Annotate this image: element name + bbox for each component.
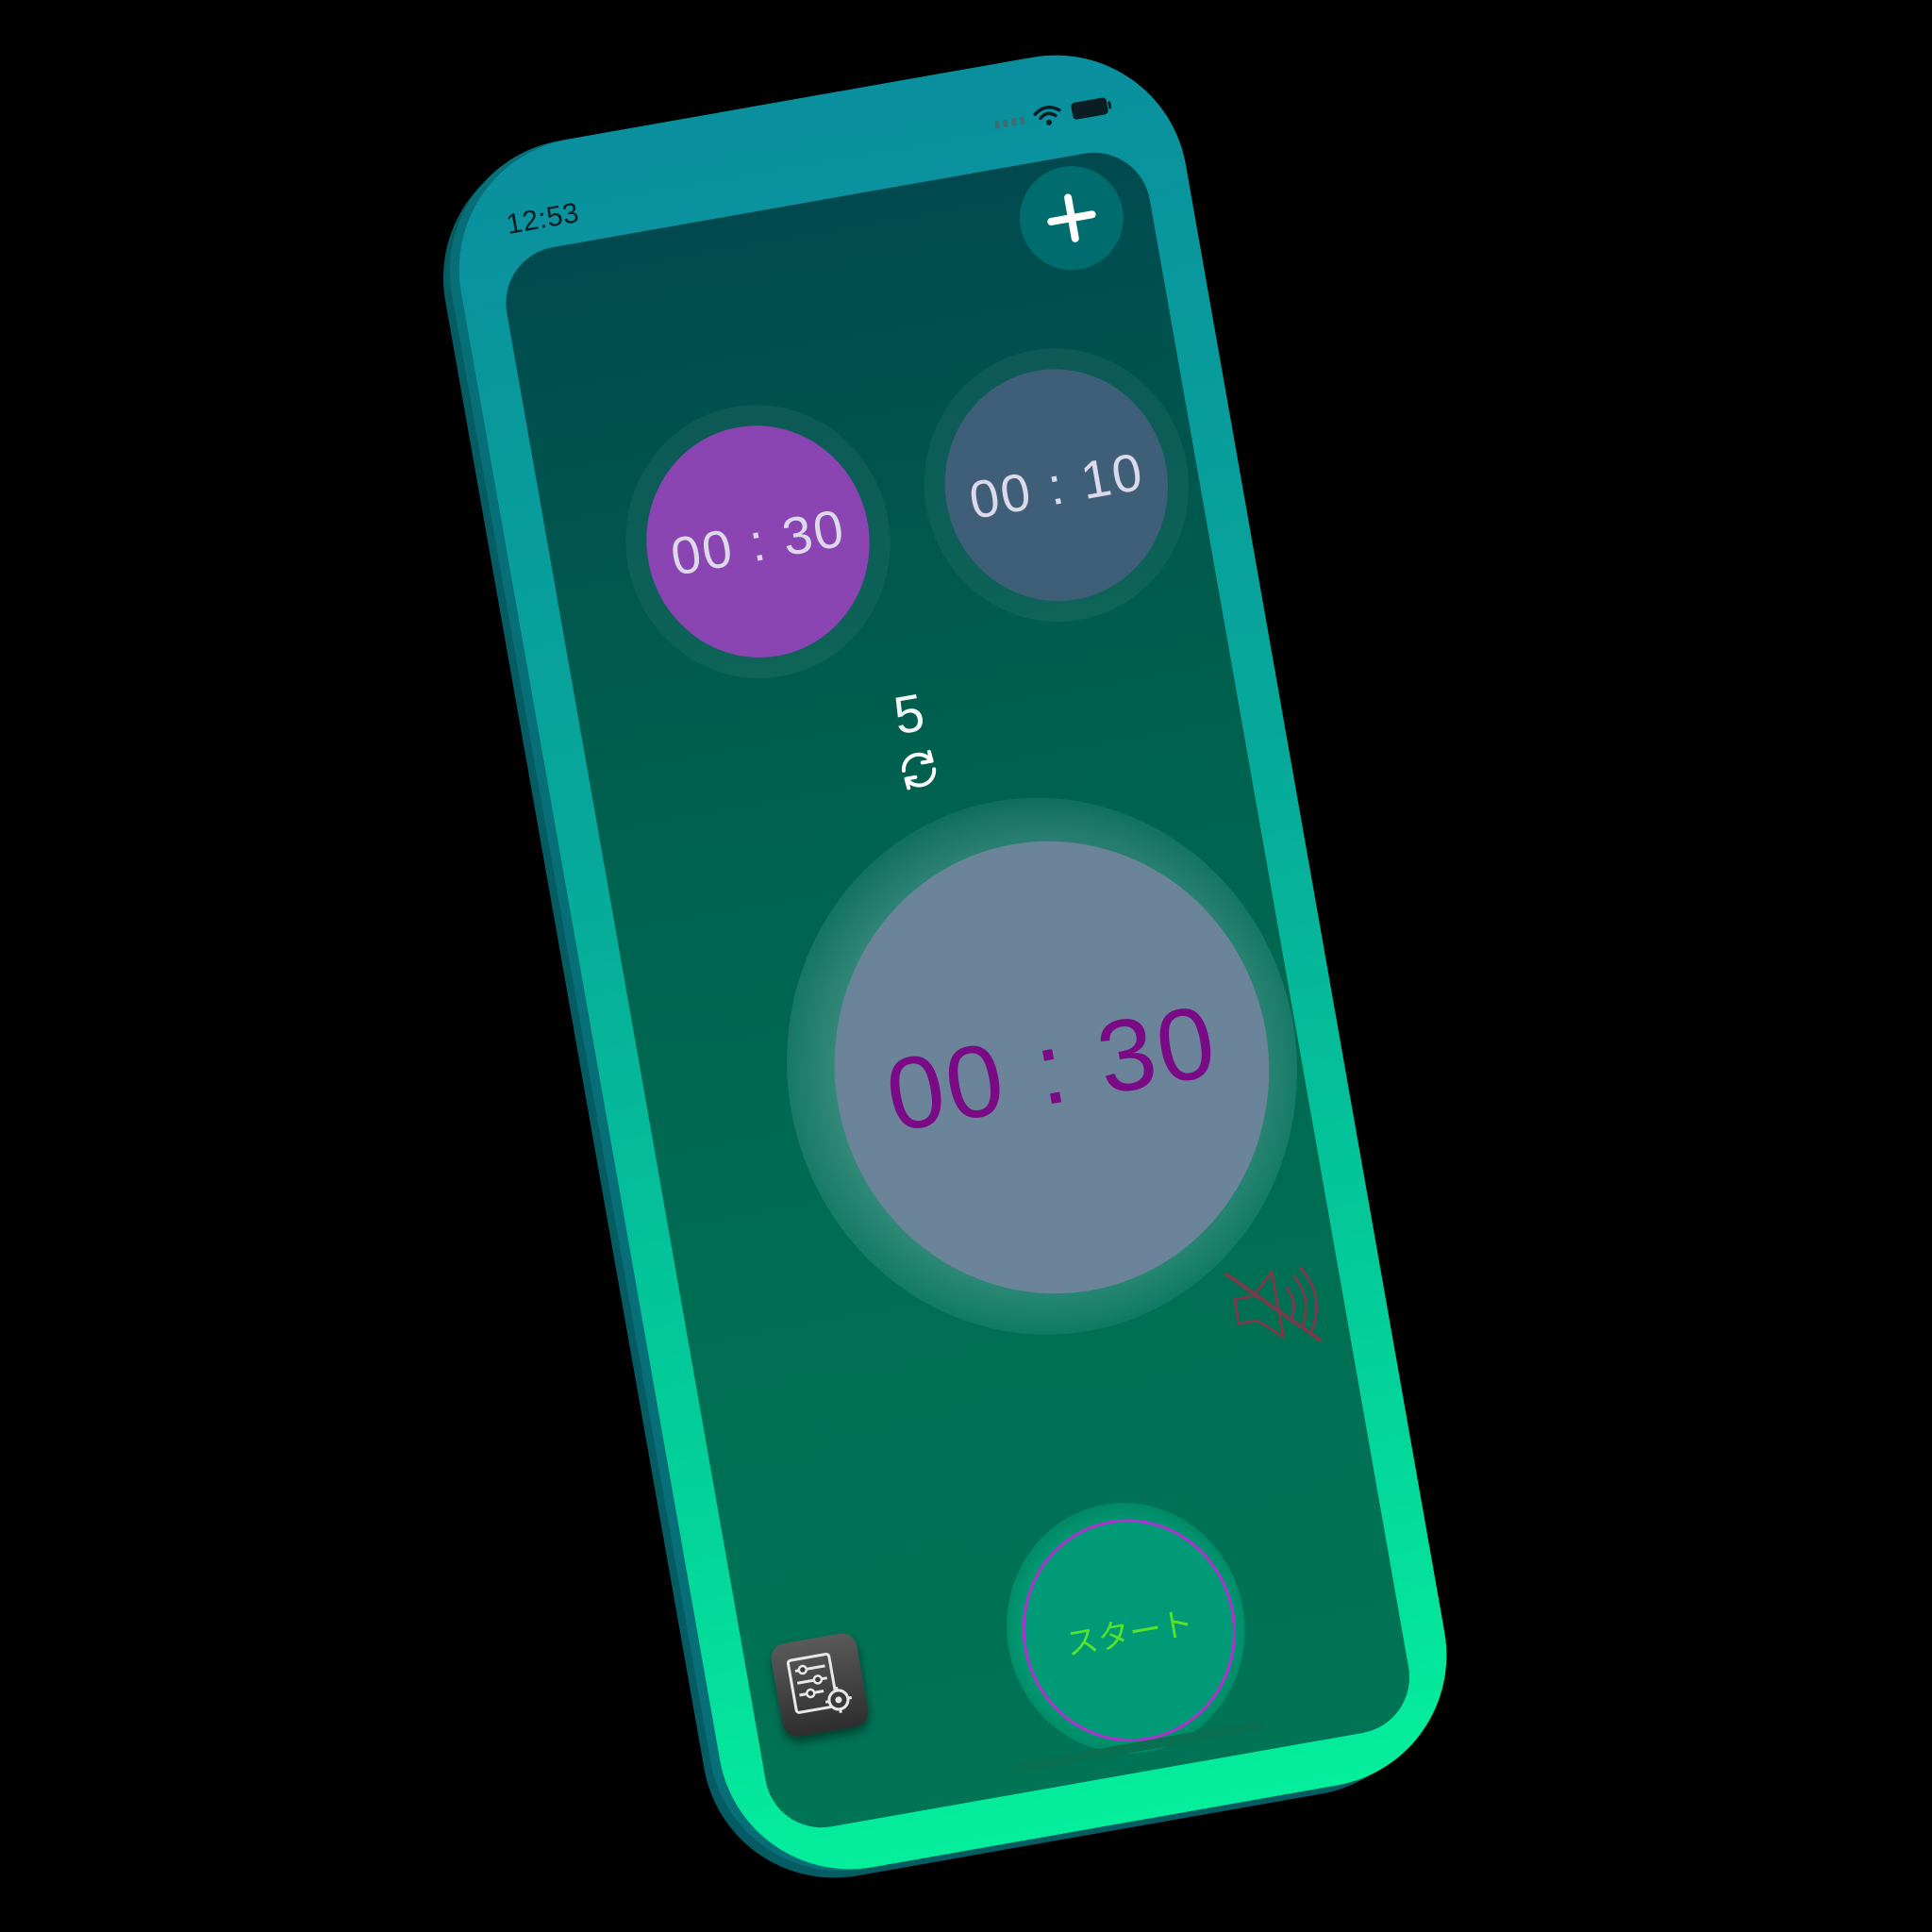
cellular-signal-icon [993,116,1025,129]
main-timer-time: 00:30 [877,982,1226,1153]
timer-slot-2: 00:10 [902,327,1210,643]
timer-1-time: 00:30 [666,496,850,587]
timer-1-button[interactable]: 00:30 [627,408,888,675]
battery-icon [1069,94,1113,122]
plus-icon [1047,193,1096,242]
phone-frame: 12:53 00: 30 00: 10 5 00: 30 スタート [438,34,1468,1890]
add-timer-button[interactable] [1011,158,1132,278]
timer-2-time: 00:10 [964,441,1148,530]
status-time: 12:53 [504,197,582,241]
status-icons [993,93,1114,137]
start-label: スタート [1063,1604,1196,1664]
timer-2-button[interactable]: 00:10 [926,351,1187,619]
settings-sliders-icon [786,1652,852,1714]
timer-slot-1: 00:30 [604,383,912,700]
wifi-icon [1032,102,1064,129]
repeat-counter[interactable]: 5 [582,626,1245,855]
speaker-muted-icon[interactable] [1211,1245,1331,1365]
settings-button[interactable] [768,1630,871,1740]
repeat-icon [891,741,948,803]
app-screen: 00:30 00:10 5 00: 30 スタート [496,143,1419,1837]
stage: 12:53 00: 30 00: 10 5 00: 30 スタート [0,0,1932,1932]
